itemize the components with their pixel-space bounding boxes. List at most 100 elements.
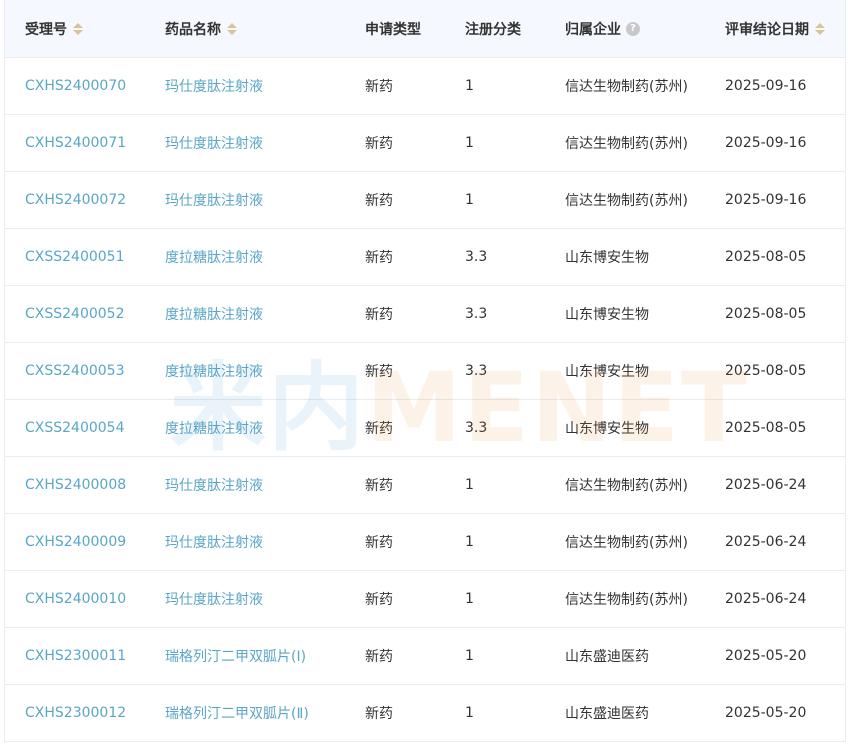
header-class-label: 注册分类: [465, 21, 521, 38]
drug-review-table: 受理号 药品名称 申请类型 注册分类 归属企业 ? 评审结论日期 CXHS240…: [4, 0, 846, 742]
row-class: 1: [465, 591, 474, 607]
row-class: 1: [465, 648, 474, 664]
row-date: 2025-08-05: [725, 420, 807, 436]
table-row: CXHS2300012 瑞格列汀二甲双胍片(Ⅱ) 新药 1 山东盛迪医药 2025-05-…: [5, 685, 845, 742]
row-company: 山东博安生物: [565, 421, 649, 437]
row-date: 2025-09-16: [725, 135, 807, 151]
row-date: 2025-08-05: [725, 249, 807, 265]
table-row: CXHS2400071 玛仕度肽注射液 新药 1 信达生物制药(苏州) 2025-09-1…: [5, 115, 845, 172]
help-icon[interactable]: ?: [626, 21, 640, 36]
row-class: 1: [465, 78, 474, 94]
row-type: 新药: [365, 535, 393, 551]
table-row: CXSS2400051 度拉糖肽注射液 新药 3.3 山东博安生物 2025-08-05: [5, 229, 845, 286]
row-class: 3.3: [465, 249, 488, 265]
row-name-link[interactable]: 玛仕度肽注射液: [145, 532, 345, 552]
row-type: 新药: [365, 193, 393, 209]
sort-icon[interactable]: [73, 22, 83, 35]
row-date: 2025-08-05: [725, 363, 807, 379]
row-class: 1: [465, 477, 474, 493]
row-id-link[interactable]: CXSS2400052: [5, 306, 145, 322]
row-date: 2025-06-24: [725, 591, 807, 607]
table-header: 受理号 药品名称 申请类型 注册分类 归属企业 ? 评审结论日期: [5, 0, 845, 58]
row-name-link[interactable]: 度拉糖肽注射液: [145, 247, 345, 267]
row-id-link[interactable]: CXHS2400009: [5, 534, 145, 550]
table-row: CXHS2300011 瑞格列汀二甲双胍片(Ⅰ) 新药 1 山东盛迪医药 2025-05-…: [5, 628, 845, 685]
row-type: 新药: [365, 421, 393, 437]
row-company: 信达生物制药(苏州): [565, 592, 688, 608]
row-id-link[interactable]: CXHS2400008: [5, 477, 145, 493]
row-type: 新药: [365, 649, 393, 665]
row-type: 新药: [365, 136, 393, 152]
header-name-label: 药品名称: [165, 21, 221, 38]
row-class: 1: [465, 135, 474, 151]
row-date: 2025-08-05: [725, 306, 807, 322]
row-class: 1: [465, 534, 474, 550]
row-name-link[interactable]: 玛仕度肽注射液: [145, 190, 345, 210]
header-company-label: 归属企业: [565, 21, 621, 38]
row-name-link[interactable]: 度拉糖肽注射液: [145, 304, 345, 324]
row-class: 3.3: [465, 306, 488, 322]
row-company: 信达生物制药(苏州): [565, 535, 688, 551]
header-date[interactable]: 评审结论日期: [705, 19, 845, 39]
row-id-link[interactable]: CXSS2400054: [5, 420, 145, 436]
row-type: 新药: [365, 250, 393, 266]
table-row: CXSS2400053 度拉糖肽注射液 新药 3.3 山东博安生物 2025-08-05: [5, 343, 845, 400]
table-row: CXSS2400054 度拉糖肽注射液 新药 3.3 山东博安生物 2025-08-05: [5, 400, 845, 457]
row-id-link[interactable]: CXHS2400070: [5, 78, 145, 94]
row-type: 新药: [365, 706, 393, 722]
row-company: 山东盛迪医药: [565, 706, 649, 722]
row-id-link[interactable]: CXSS2400051: [5, 249, 145, 265]
row-type: 新药: [365, 364, 393, 380]
row-company: 山东博安生物: [565, 250, 649, 266]
row-name-link[interactable]: 玛仕度肽注射液: [145, 76, 345, 96]
row-date: 2025-06-24: [725, 477, 807, 493]
row-id-link[interactable]: CXHS2400071: [5, 135, 145, 151]
row-company: 山东博安生物: [565, 364, 649, 380]
row-class: 1: [465, 192, 474, 208]
row-name-link[interactable]: 瑞格列汀二甲双胍片(Ⅱ): [145, 703, 345, 723]
row-company: 信达生物制药(苏州): [565, 193, 688, 209]
header-class: 注册分类: [445, 19, 545, 39]
row-company: 山东博安生物: [565, 307, 649, 323]
row-date: 2025-06-24: [725, 534, 807, 550]
row-name-link[interactable]: 度拉糖肽注射液: [145, 418, 345, 438]
row-date: 2025-09-16: [725, 192, 807, 208]
row-name-link[interactable]: 玛仕度肽注射液: [145, 475, 345, 495]
row-id-link[interactable]: CXHS2300011: [5, 648, 145, 664]
row-id-link[interactable]: CXHS2400072: [5, 192, 145, 208]
table-row: CXHS2400008 玛仕度肽注射液 新药 1 信达生物制药(苏州) 2025-06-2…: [5, 457, 845, 514]
table-row: CXHS2400072 玛仕度肽注射液 新药 1 信达生物制药(苏州) 2025-09-1…: [5, 172, 845, 229]
row-type: 新药: [365, 478, 393, 494]
header-company: 归属企业 ?: [545, 19, 705, 39]
row-class: 1: [465, 705, 474, 721]
sort-icon[interactable]: [227, 22, 237, 35]
row-date: 2025-05-20: [725, 648, 807, 664]
row-class: 3.3: [465, 420, 488, 436]
row-name-link[interactable]: 玛仕度肽注射液: [145, 589, 345, 609]
table-row: CXHS2400009 玛仕度肽注射液 新药 1 信达生物制药(苏州) 2025-06-2…: [5, 514, 845, 571]
row-type: 新药: [365, 307, 393, 323]
header-type: 申请类型: [345, 19, 445, 39]
row-date: 2025-05-20: [725, 705, 807, 721]
row-class: 3.3: [465, 363, 488, 379]
header-id[interactable]: 受理号: [5, 19, 145, 39]
table-row: CXHS2400070 玛仕度肽注射液 新药 1 信达生物制药(苏州) 2025-09-1…: [5, 58, 845, 115]
row-id-link[interactable]: CXHS2400010: [5, 591, 145, 607]
sort-icon[interactable]: [815, 22, 825, 35]
row-name-link[interactable]: 度拉糖肽注射液: [145, 361, 345, 381]
table-row: CXSS2400052 度拉糖肽注射液 新药 3.3 山东博安生物 2025-08-05: [5, 286, 845, 343]
row-type: 新药: [365, 592, 393, 608]
header-type-label: 申请类型: [365, 21, 421, 38]
row-id-link[interactable]: CXHS2300012: [5, 705, 145, 721]
row-name-link[interactable]: 玛仕度肽注射液: [145, 133, 345, 153]
row-company: 信达生物制药(苏州): [565, 136, 688, 152]
header-id-label: 受理号: [25, 21, 67, 38]
row-company: 山东盛迪医药: [565, 649, 649, 665]
header-date-label: 评审结论日期: [725, 21, 809, 38]
row-company: 信达生物制药(苏州): [565, 79, 688, 95]
row-id-link[interactable]: CXSS2400053: [5, 363, 145, 379]
header-name[interactable]: 药品名称: [145, 19, 345, 39]
row-type: 新药: [365, 79, 393, 95]
table-body: CXHS2400070 玛仕度肽注射液 新药 1 信达生物制药(苏州) 2025-09-1…: [5, 58, 845, 742]
row-name-link[interactable]: 瑞格列汀二甲双胍片(Ⅰ): [145, 646, 345, 666]
